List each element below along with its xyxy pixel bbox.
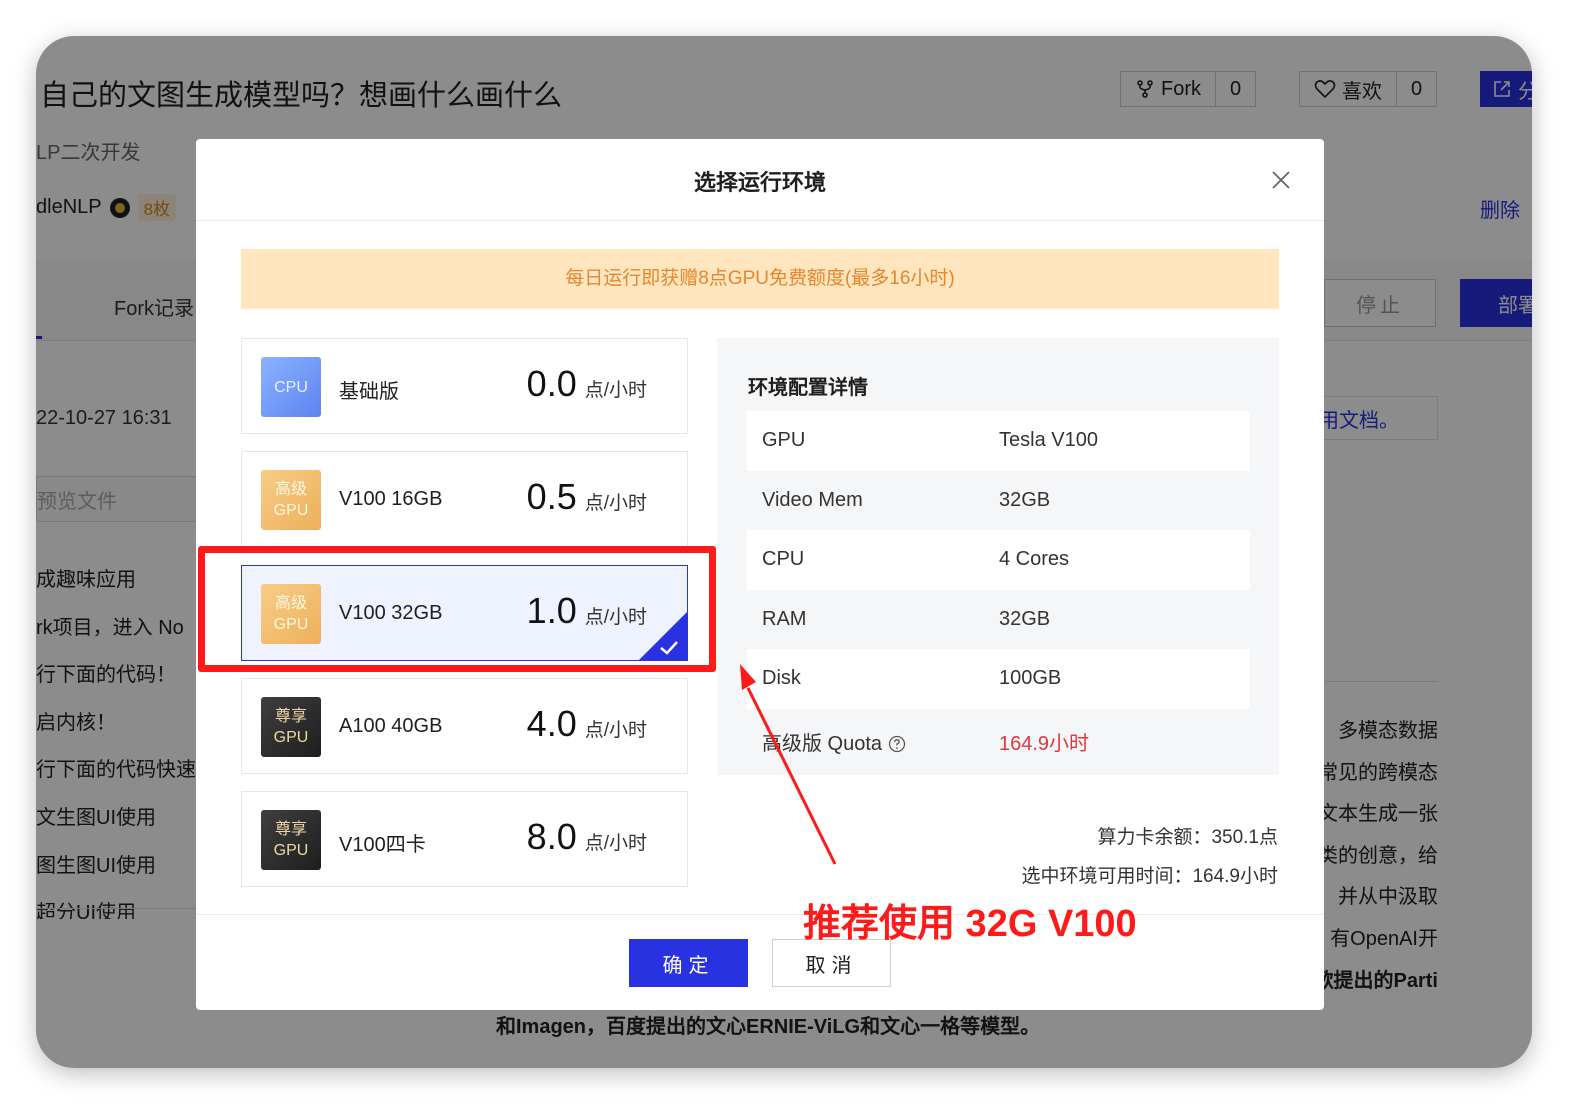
close-button[interactable] (1268, 167, 1294, 193)
price-value: 0.0 (526, 363, 577, 404)
plan-name: V100 16GB (339, 488, 443, 510)
tier-icon-line: 尊享 (274, 708, 307, 725)
plan-price: 8.0 点/小时 (527, 816, 647, 858)
plan-price: 0.5 点/小时 (527, 476, 647, 518)
card-balance: 算力卡余额：350.1点 (1097, 827, 1278, 848)
detail-key: CPU (762, 548, 805, 570)
highlight-box (198, 546, 716, 672)
detail-key: RAM (762, 607, 807, 630)
price-unit: 点/小时 (584, 720, 647, 741)
detail-value: Tesla V100 (999, 429, 1098, 451)
advanced-gpu-tier-icon: 高级 GPU (261, 470, 321, 530)
footer-divider (196, 914, 1324, 915)
premium-gpu-tier-icon: 尊享 GPU (261, 810, 321, 870)
detail-value: 32GB (999, 488, 1051, 511)
details-title: 环境配置详情 (748, 377, 868, 399)
modal-header: 选择运行环境 (196, 139, 1324, 221)
confirm-button[interactable]: 确定 (629, 939, 748, 987)
plan-option-v100-4card[interactable]: 尊享 GPU V100四卡 8.0 点/小时 (241, 791, 688, 887)
detail-value: 4 Cores (999, 548, 1070, 570)
plan-option-v100-16gb[interactable]: 高级 GPU V100 16GB 0.5 点/小时 (241, 451, 688, 547)
detail-value: 32GB (999, 607, 1051, 630)
plan-price: 4.0 点/小时 (527, 703, 647, 745)
detail-key: 高级版 Quota (762, 732, 883, 755)
help-icon[interactable] (888, 735, 906, 753)
price-unit: 点/小时 (584, 380, 647, 401)
details-row-gpu: GPU Tesla V100 (747, 411, 1250, 471)
available-time: 选中环境可用时间：164.9小时 (1021, 866, 1278, 887)
tier-icon-line: 高级 (274, 481, 307, 498)
detail-key: GPU (762, 429, 806, 451)
plan-name: V100四卡 (339, 834, 426, 856)
plan-name: A100 40GB (339, 715, 443, 737)
free-quota-notice: 每日运行即获赠8点GPU免费额度(最多16小时) (241, 249, 1279, 309)
plan-name: 基础版 (339, 381, 399, 403)
price-value: 8.0 (526, 816, 577, 857)
close-icon (1272, 171, 1290, 189)
details-row-ram: RAM 32GB (747, 590, 1250, 650)
tier-icon-line: GPU (273, 502, 309, 519)
details-row-video-mem: Video Mem 32GB (747, 471, 1250, 531)
annotation-text: 推荐使用 32G V100 (803, 903, 1137, 945)
details-row-cpu: CPU 4 Cores (747, 530, 1250, 590)
detail-key: Disk (762, 667, 801, 689)
price-value: 0.5 (526, 476, 577, 517)
tier-icon-line: GPU (273, 729, 309, 746)
tier-icon-line: GPU (273, 842, 309, 859)
price-value: 4.0 (526, 703, 577, 744)
premium-gpu-tier-icon: 尊享 GPU (261, 697, 321, 757)
details-row-disk: Disk 100GB (747, 649, 1250, 709)
tier-icon-line: 尊享 (274, 821, 307, 838)
price-unit: 点/小时 (584, 833, 647, 854)
plan-option-basic[interactable]: CPU 基础版 0.0 点/小时 (241, 338, 688, 434)
plan-option-a100-40gb[interactable]: 尊享 GPU A100 40GB 4.0 点/小时 (241, 678, 688, 774)
cpu-tier-icon: CPU (261, 357, 321, 417)
modal-title: 选择运行环境 (693, 170, 826, 195)
detail-value: 164.9小时 (999, 732, 1090, 755)
detail-value: 100GB (999, 667, 1062, 689)
details-row-quota: 高级版 Quota 164.9小时 (747, 709, 1250, 769)
environment-details-panel: 环境配置详情 GPU Tesla V100 Video Mem 32GB CPU 4 … (717, 338, 1279, 775)
tier-icon-line: CPU (274, 378, 308, 396)
price-unit: 点/小时 (584, 493, 647, 514)
detail-key: Video Mem (762, 488, 863, 511)
plan-price: 0.0 点/小时 (527, 363, 647, 405)
